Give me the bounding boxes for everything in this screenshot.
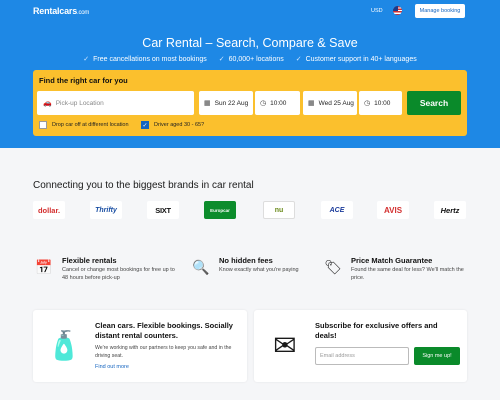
brand-logo-europcar: Europcar xyxy=(204,201,236,219)
checkbox-checked[interactable]: ✓ xyxy=(141,121,149,129)
brand-logo-dollar: dollar. xyxy=(33,201,65,219)
brand-logo-sixt: SIXT xyxy=(147,201,179,219)
benefit-title: Flexible rentals xyxy=(62,256,117,265)
car-icon: 🚗 xyxy=(43,100,52,107)
brand-logo-nu: nu xyxy=(263,201,295,219)
pickup-location-input[interactable]: 🚗 Pick-up Location xyxy=(37,91,194,115)
manage-booking-button[interactable]: Manage booking xyxy=(415,4,465,18)
benefit-text: Know exactly what you're paying xyxy=(219,267,299,273)
search-form: Find the right car for you 🚗 Pick-up Loca… xyxy=(33,70,467,136)
feature-list: ✓ Free cancellations on most bookings ✓ 60… xyxy=(0,55,500,63)
email-field[interactable] xyxy=(315,347,409,365)
find-out-more-link[interactable]: Find out more xyxy=(95,364,129,370)
benefit-text: Found the same deal for less? We'll matc… xyxy=(351,267,464,281)
cleaning-spray-icon: 🧴 xyxy=(46,329,82,361)
calendar-icon: 📅 xyxy=(35,258,53,275)
pickup-date-field[interactable]: ▦ Sun 22 Aug xyxy=(199,91,253,115)
pickup-time-field[interactable]: ◷ 10:00 xyxy=(255,91,300,115)
feature-item: ✓ Customer support in 40+ languages xyxy=(295,56,417,63)
brands-heading: Connecting you to the biggest brands in … xyxy=(33,180,254,191)
different-location-checkbox[interactable]: Drop car off at different location xyxy=(39,121,129,129)
benefit-title: No hidden fees xyxy=(219,256,273,265)
brand-logo-thrifty: Thrifty xyxy=(90,201,122,219)
magnifier-icon: 🔍 xyxy=(192,258,210,275)
us-flag-icon[interactable] xyxy=(393,6,402,15)
subscribe-card: ✉ Subscribe for exclusive offers and dea… xyxy=(254,310,467,382)
check-icon: ✓ xyxy=(295,56,302,63)
brand-logo-hertz: Hertz xyxy=(434,201,466,219)
card-text: We're working with our partners to keep … xyxy=(95,345,232,359)
driver-age-checkbox[interactable]: ✓ Driver aged 30 - 65? xyxy=(141,121,204,129)
price-tag-icon: 🏷 xyxy=(324,258,342,275)
sign-up-button[interactable]: Sign me up! xyxy=(414,347,460,365)
brand-logo-avis: AVIS xyxy=(377,201,409,219)
benefit-flexible-rentals: 📅 Flexible rentals Cancel or change most … xyxy=(33,256,178,283)
brand-logo-ace: ACE xyxy=(321,201,353,219)
feature-item: ✓ Free cancellations on most bookings xyxy=(83,56,207,63)
page-title: Car Rental – Search, Compare & Save xyxy=(142,36,358,50)
checkbox-empty[interactable] xyxy=(39,121,47,129)
benefit-title: Price Match Guarantee xyxy=(351,256,433,265)
check-icon: ✓ xyxy=(218,56,225,63)
card-title: Subscribe for exclusive offers and deals… xyxy=(315,321,438,341)
calendar-icon: ▦ xyxy=(204,100,211,107)
card-title: Clean cars. Flexible bookings. Socially … xyxy=(95,321,233,341)
feature-item: ✓ 60,000+ locations xyxy=(218,56,284,63)
clock-icon: ◷ xyxy=(260,100,267,107)
benefit-no-hidden-fees: 🔍 No hidden fees Know exactly what you're… xyxy=(190,256,335,278)
benefit-price-match: 🏷 Price Match Guarantee Found the same de… xyxy=(322,256,467,283)
dropoff-date-field[interactable]: ▦ Wed 25 Aug xyxy=(303,91,357,115)
dropoff-time-field[interactable]: ◷ 10:00 xyxy=(359,91,402,115)
hero-banner: Rentalcars.com USD Manage booking Car Re… xyxy=(0,0,500,148)
calendar-icon: ▦ xyxy=(308,100,315,107)
benefit-text: Cancel or change most bookings for free … xyxy=(62,267,175,281)
discount-envelope-icon: ✉ xyxy=(273,329,297,361)
search-heading: Find the right car for you xyxy=(39,76,128,85)
search-button[interactable]: Search xyxy=(407,91,461,115)
site-logo[interactable]: Rentalcars.com xyxy=(33,6,89,16)
check-icon: ✓ xyxy=(83,56,90,63)
clock-icon: ◷ xyxy=(364,100,371,107)
clean-cars-card: 🧴 Clean cars. Flexible bookings. Sociall… xyxy=(33,310,247,382)
currency-selector[interactable]: USD xyxy=(371,8,383,14)
